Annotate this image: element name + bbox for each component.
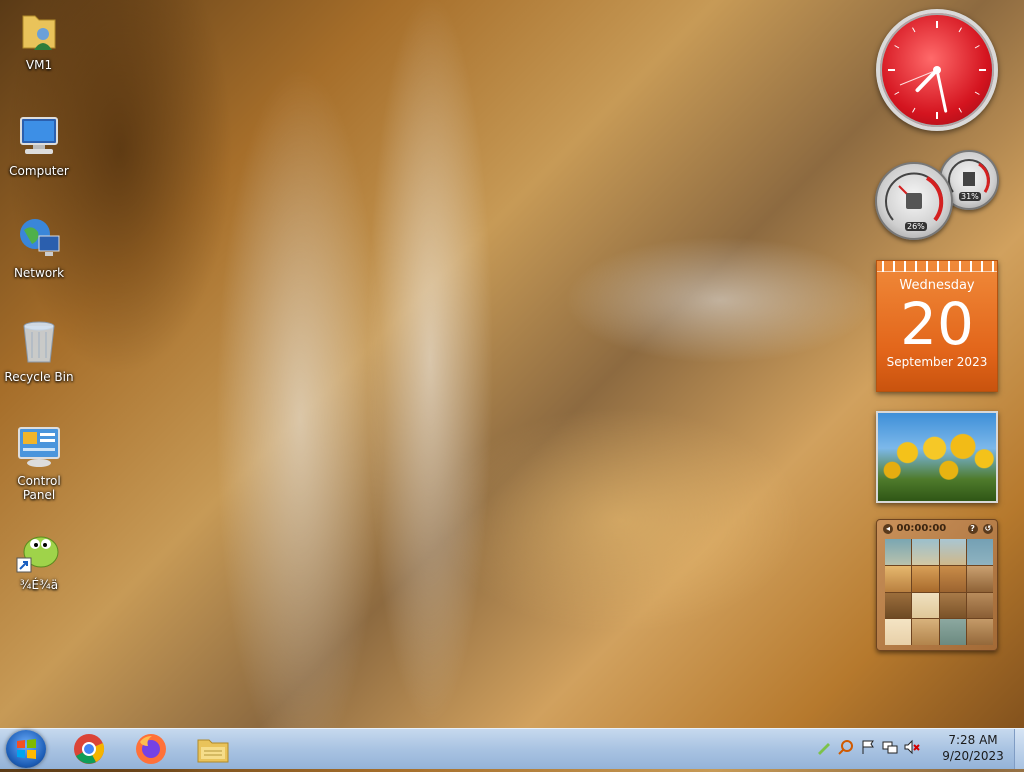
calendar-month-year: September 2023 (886, 355, 988, 369)
puzzle-shuffle-button[interactable]: ↺ (983, 523, 993, 534)
taskbar-clock[interactable]: 7:28 AM 9/20/2023 (936, 732, 1010, 764)
clock-hour-hand (915, 68, 939, 93)
network-tray-icon[interactable] (882, 739, 898, 755)
search-tray-icon[interactable] (838, 739, 854, 755)
start-button[interactable] (6, 730, 46, 768)
puzzle-tile[interactable] (885, 592, 912, 619)
desktop-icon-control-panel[interactable]: Control Panel (1, 422, 77, 502)
desktop-icon-network[interactable]: Network (1, 214, 77, 280)
desktop-icon-label: Recycle Bin (4, 370, 74, 384)
desktop-icon-label: Computer (9, 164, 69, 178)
action-center-flag-icon[interactable] (860, 739, 876, 755)
puzzle-tile[interactable] (885, 619, 912, 645)
memory-percentage: 31% (959, 192, 981, 201)
puzzle-grid (885, 539, 993, 645)
clock-face (888, 21, 986, 119)
puzzle-tile[interactable] (912, 539, 939, 565)
taskbar-date: 9/20/2023 (942, 749, 1004, 763)
taskbar: 7:28 AM 9/20/2023 (0, 728, 1024, 769)
puzzle-tile[interactable] (966, 539, 993, 565)
puzzle-tile[interactable] (939, 565, 966, 592)
cpu-meter-gadget[interactable]: 31% 26% (875, 150, 999, 240)
puzzle-timer: 00:00:00 (896, 522, 947, 534)
puzzle-tile[interactable] (939, 592, 966, 619)
user-folder-icon (15, 6, 63, 54)
cpu-meter: 26% (875, 162, 953, 240)
chrome-icon (74, 734, 105, 764)
desktop-icon-vm1[interactable]: VM1 (1, 6, 77, 72)
desktop-icon-computer[interactable]: Computer (1, 112, 77, 178)
puzzle-tile[interactable] (966, 565, 993, 592)
puzzle-tile[interactable] (912, 619, 939, 645)
control-panel-icon (15, 422, 63, 470)
firefox-icon (136, 734, 166, 764)
taskbar-firefox-button[interactable] (124, 731, 178, 767)
puzzle-tile[interactable] (966, 619, 993, 645)
puzzle-toolbar: ◂ 00:00:00 ? ↺ (877, 520, 997, 536)
taskbar-explorer-button[interactable] (186, 731, 240, 767)
desktop-icon-shortcut[interactable]: ¾É¾ä (1, 526, 77, 592)
puzzle-tile[interactable] (885, 565, 912, 592)
slideshow-gadget[interactable] (876, 411, 998, 503)
puzzle-tile[interactable] (912, 592, 939, 619)
puzzle-tile[interactable] (939, 619, 966, 645)
picture-puzzle-gadget[interactable]: ◂ 00:00:00 ? ↺ (876, 519, 998, 651)
show-desktop-button[interactable] (1014, 729, 1024, 769)
desktop-icon-label: ¾É¾ä (19, 578, 59, 592)
clock-minute-hand (935, 68, 948, 113)
calendar-gadget[interactable]: Wednesday 20 September 2023 (876, 260, 998, 392)
puzzle-tile[interactable] (885, 539, 912, 565)
explorer-folder-icon (197, 739, 229, 763)
windows-logo-icon (17, 739, 36, 759)
system-tray (816, 739, 920, 755)
desktop-icon-label: VM1 (25, 58, 53, 72)
desktop-icon-recycle-bin[interactable]: Recycle Bin (1, 318, 77, 384)
puzzle-help-button[interactable]: ? (967, 523, 978, 534)
puzzle-tile[interactable] (939, 539, 966, 565)
network-icon (15, 214, 63, 262)
desktop-icon-label: Network (13, 266, 65, 280)
recycle-bin-icon (15, 318, 63, 366)
taskbar-chrome-button[interactable] (62, 731, 116, 767)
taskbar-time: 7:28 AM (948, 733, 998, 747)
puzzle-tile[interactable] (966, 592, 993, 619)
clock-gadget[interactable] (876, 9, 998, 131)
calendar-binding (877, 261, 997, 272)
puzzle-pause-button[interactable]: ◂ (883, 523, 893, 534)
puzzle-tile[interactable] (912, 565, 939, 592)
pen-tray-icon[interactable] (816, 739, 832, 755)
computer-icon (15, 112, 63, 160)
calendar-day: 20 (900, 290, 974, 358)
volume-muted-icon[interactable] (904, 739, 920, 755)
shortcut-app-icon (15, 526, 63, 574)
desktop-icon-label: Control Panel (17, 474, 61, 502)
cpu-percentage: 26% (905, 222, 927, 231)
